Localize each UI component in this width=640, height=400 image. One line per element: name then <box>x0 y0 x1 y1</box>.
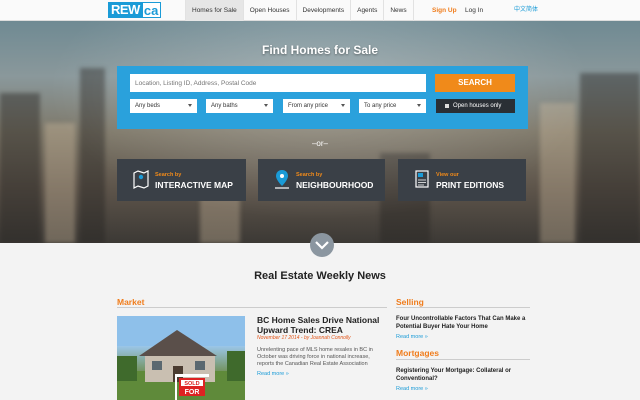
logo-ca: ca <box>142 2 162 18</box>
checkbox-icon <box>445 104 449 108</box>
hero-title: Find Homes for Sale <box>261 43 379 57</box>
selling-read-more-link[interactable]: Read more » <box>396 334 428 340</box>
sign-for-text: FOR <box>185 389 200 396</box>
nav-open-houses[interactable]: Open Houses <box>242 0 296 21</box>
chevron-down-icon <box>417 104 421 107</box>
min-price-select-value: From any price <box>288 103 329 109</box>
search-button[interactable]: SEARCH <box>435 74 515 92</box>
tile-big-label: INTERACTIVE MAP <box>155 180 233 190</box>
location-pin-icon <box>275 170 289 189</box>
sign-up-link[interactable]: Sign Up <box>432 0 457 21</box>
mortgages-article-title[interactable]: Registering Your Mortgage: Collateral or… <box>396 367 530 383</box>
open-houses-toggle[interactable]: Open houses only <box>436 99 515 113</box>
or-divider: –or– <box>311 139 328 148</box>
max-price-select-value: To any price <box>364 103 397 109</box>
max-price-select[interactable]: To any price <box>359 99 426 113</box>
tile-big-label: NEIGHBOURHOOD <box>296 180 374 190</box>
market-article-title[interactable]: BC Home Sales Drive National Upward Tren… <box>257 315 387 335</box>
mortgages-section-label[interactable]: Mortgages <box>396 348 439 358</box>
baths-select-value: Any baths <box>211 103 238 109</box>
chevron-down-icon <box>315 241 329 250</box>
newspaper-icon <box>415 170 429 188</box>
baths-select[interactable]: Any baths <box>206 99 273 113</box>
market-article-body: Unrelenting pace of MLS home resales in … <box>257 347 373 367</box>
market-divider <box>117 307 387 308</box>
main-nav: Homes for Sale Open Houses Developments … <box>185 0 414 21</box>
search-input[interactable] <box>130 74 426 92</box>
tile-small-label: Search by <box>296 172 323 178</box>
beds-select[interactable]: Any beds <box>130 99 197 113</box>
chevron-down-icon <box>188 104 192 107</box>
min-price-select[interactable]: From any price <box>283 99 350 113</box>
language-link[interactable]: 中文简体 <box>514 0 538 21</box>
nav-homes-for-sale[interactable]: Homes for Sale <box>185 0 243 21</box>
chevron-down-icon <box>341 104 345 107</box>
nav-news[interactable]: News <box>383 0 414 21</box>
print-editions-tile[interactable]: View our PRINT EDITIONS <box>398 159 526 201</box>
tile-small-label: Search by <box>155 172 182 178</box>
market-article-date: November 17 2014 - by Joannah Connolly <box>257 335 351 341</box>
hero-section: Find Homes for Sale SEARCH Any beds Any … <box>0 21 640 243</box>
selling-article-title[interactable]: Four Uncontrollable Factors That Can Mak… <box>396 315 530 331</box>
neighbourhood-tile[interactable]: Search by NEIGHBOURHOOD <box>258 159 385 201</box>
log-in-link[interactable]: Log In <box>465 0 483 21</box>
house-photo[interactable]: SOLD FOR <box>117 316 245 400</box>
nav-developments[interactable]: Developments <box>295 0 351 21</box>
sign-sold-text: SOLD <box>184 381 199 387</box>
rew-logo[interactable]: REW ca <box>108 2 162 18</box>
beds-select-value: Any beds <box>135 103 161 109</box>
nav-agents[interactable]: Agents <box>350 0 383 21</box>
market-read-more-link[interactable]: Read more » <box>257 371 289 377</box>
mortgages-read-more-link[interactable]: Read more » <box>396 386 428 392</box>
tile-small-label: View our <box>436 172 459 178</box>
interactive-map-tile[interactable]: Search by INTERACTIVE MAP <box>117 159 246 201</box>
scroll-down-button[interactable] <box>310 233 334 257</box>
house-image: SOLD FOR <box>117 316 245 400</box>
search-panel: SEARCH Any beds Any baths From any price… <box>117 66 528 129</box>
tile-big-label: PRINT EDITIONS <box>436 180 505 190</box>
open-houses-label: Open houses only <box>453 103 502 109</box>
mortgages-divider <box>396 359 530 360</box>
chevron-down-icon <box>264 104 268 107</box>
selling-divider <box>396 307 530 308</box>
top-nav-bar: REW ca Homes for Sale Open Houses Develo… <box>0 0 640 21</box>
market-section-label[interactable]: Market <box>117 297 144 307</box>
news-section-title: Real Estate Weekly News <box>254 270 386 282</box>
selling-section-label[interactable]: Selling <box>396 297 424 307</box>
map-icon <box>133 170 149 189</box>
logo-rew: REW <box>108 2 143 18</box>
